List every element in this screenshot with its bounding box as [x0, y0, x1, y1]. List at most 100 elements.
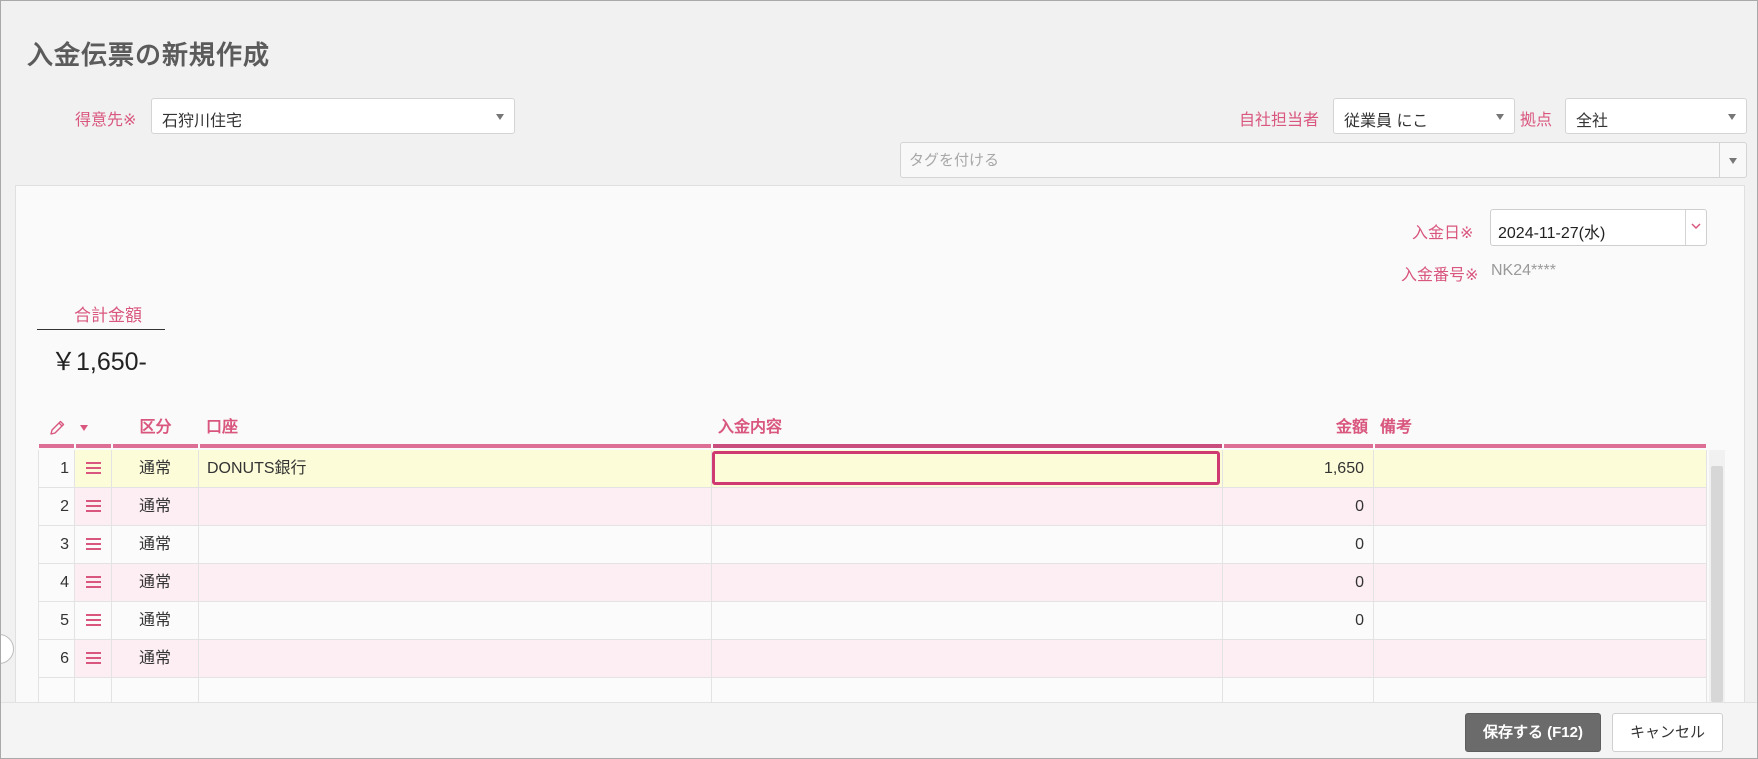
chevron-down-icon	[1691, 223, 1701, 230]
content-cell[interactable]	[712, 488, 1223, 526]
app-window: 入金伝票の新規作成 得意先※ 石狩川住宅 自社担当者 従業員 にこ 拠点 全社 …	[0, 0, 1758, 759]
content-cell[interactable]	[712, 602, 1223, 640]
date-input[interactable]: 2024-11-27(水)	[1490, 209, 1707, 246]
note-cell[interactable]	[1374, 526, 1707, 564]
note-cell[interactable]	[1374, 488, 1707, 526]
date-value: 2024-11-27(水)	[1498, 225, 1606, 242]
content-cell[interactable]	[712, 526, 1223, 564]
dropdown-arrow-icon	[1729, 158, 1737, 164]
table-row: 4 通常 0	[38, 564, 1707, 602]
row-handle-cell[interactable]	[75, 564, 112, 602]
table-row: 1 通常 DONUTS銀行 1,650	[38, 450, 1707, 488]
row-handle-cell[interactable]	[75, 640, 112, 678]
header-note: 備考	[1375, 411, 1706, 448]
row-handle-cell[interactable]	[75, 526, 112, 564]
base-select[interactable]: 全社	[1565, 98, 1747, 134]
kubun-cell[interactable]: 通常	[112, 640, 199, 678]
tag-input[interactable]	[900, 142, 1720, 178]
kubun-cell-text: 通常	[138, 650, 171, 667]
menu-lines-icon[interactable]	[86, 652, 101, 664]
row-number: 3	[38, 526, 75, 564]
kubun-cell-text: 通常	[138, 460, 171, 477]
row-number: 1	[38, 450, 75, 488]
date-picker-button[interactable]	[1685, 210, 1706, 245]
table-header: 区分 口座 入金内容 金額 備考	[38, 411, 1707, 448]
save-button[interactable]: 保存する (F12)	[1465, 713, 1601, 752]
note-cell[interactable]	[1374, 564, 1707, 602]
slip-number-label: 入金番号※	[1401, 267, 1479, 284]
menu-lines-icon[interactable]	[86, 538, 101, 550]
row-number-text: 6	[60, 650, 69, 667]
note-cell[interactable]	[1374, 450, 1707, 488]
total-label: 合計金額	[74, 306, 142, 325]
amount-cell[interactable]: 1,650	[1223, 450, 1374, 488]
content-cell[interactable]	[712, 450, 1223, 488]
kubun-cell[interactable]: 通常	[112, 602, 199, 640]
note-cell[interactable]	[1374, 640, 1707, 678]
pencil-icon	[50, 420, 65, 435]
edit-column-header[interactable]	[39, 411, 74, 448]
staff-value: 従業員 にこ	[1344, 113, 1429, 130]
account-cell[interactable]	[199, 564, 712, 602]
table-row: 5 通常 0	[38, 602, 1707, 640]
account-cell[interactable]	[199, 602, 712, 640]
row-handle-cell[interactable]	[75, 488, 112, 526]
account-cell[interactable]	[199, 526, 712, 564]
cancel-button[interactable]: キャンセル	[1612, 713, 1723, 752]
menu-lines-icon[interactable]	[86, 614, 101, 626]
note-cell[interactable]	[1374, 602, 1707, 640]
table-row: 6 通常	[38, 640, 1707, 678]
base-value: 全社	[1576, 113, 1609, 130]
menu-lines-icon[interactable]	[86, 462, 101, 474]
row-number-text: 4	[60, 574, 69, 591]
amount-cell-text: 0	[1355, 612, 1364, 629]
content-cell[interactable]	[712, 640, 1223, 678]
kubun-cell-text: 通常	[138, 536, 171, 553]
kubun-cell[interactable]: 通常	[112, 450, 199, 488]
tag-dropdown-button[interactable]	[1719, 142, 1747, 178]
header-account: 口座	[200, 411, 711, 448]
menu-lines-icon[interactable]	[86, 500, 101, 512]
amount-cell[interactable]: 0	[1223, 564, 1374, 602]
account-cell[interactable]: DONUTS銀行	[199, 450, 712, 488]
column-menu-header[interactable]	[76, 411, 111, 448]
page-title: 入金伝票の新規作成	[27, 40, 271, 70]
kubun-cell[interactable]: 通常	[112, 564, 199, 602]
dropdown-arrow-icon	[1496, 114, 1504, 120]
amount-cell[interactable]: 0	[1223, 488, 1374, 526]
total-underline	[37, 329, 165, 330]
kubun-cell[interactable]: 通常	[112, 488, 199, 526]
content-cell[interactable]	[712, 564, 1223, 602]
table-row: 3 通常 0	[38, 526, 1707, 564]
kubun-cell[interactable]: 通常	[112, 526, 199, 564]
amount-cell[interactable]: 0	[1223, 526, 1374, 564]
row-number-text: 5	[60, 612, 69, 629]
header-kubun: 区分	[113, 411, 198, 448]
menu-lines-icon[interactable]	[86, 576, 101, 588]
base-label: 拠点	[1520, 112, 1553, 129]
side-panel-toggle[interactable]	[1, 634, 14, 664]
table-row: 2 通常 0	[38, 488, 1707, 526]
customer-select[interactable]: 石狩川住宅	[151, 98, 515, 134]
account-cell[interactable]	[199, 640, 712, 678]
amount-cell-text: 0	[1355, 498, 1364, 515]
table-body: 1 通常 DONUTS銀行 1,650 2 通常 0 3 通常 0 4 通常 0 5 通常 0 6 通常	[38, 450, 1707, 708]
amount-cell-text: 1,650	[1323, 460, 1364, 477]
account-cell[interactable]	[199, 488, 712, 526]
date-label: 入金日※	[1412, 225, 1474, 242]
amount-cell[interactable]	[1223, 640, 1374, 678]
row-handle-cell[interactable]	[75, 450, 112, 488]
amount-cell[interactable]: 0	[1223, 602, 1374, 640]
account-cell-text: DONUTS銀行	[207, 460, 307, 477]
kubun-cell-text: 通常	[138, 574, 171, 591]
caret-down-icon	[80, 425, 88, 431]
amount-cell-text: 0	[1355, 574, 1364, 591]
dropdown-arrow-icon	[496, 114, 504, 120]
scrollbar-thumb[interactable]	[1711, 466, 1723, 702]
staff-label: 自社担当者	[1239, 112, 1320, 129]
row-number: 6	[38, 640, 75, 678]
staff-select[interactable]: 従業員 にこ	[1333, 98, 1515, 134]
row-number-text: 1	[60, 460, 69, 477]
row-number: 5	[38, 602, 75, 640]
row-handle-cell[interactable]	[75, 602, 112, 640]
